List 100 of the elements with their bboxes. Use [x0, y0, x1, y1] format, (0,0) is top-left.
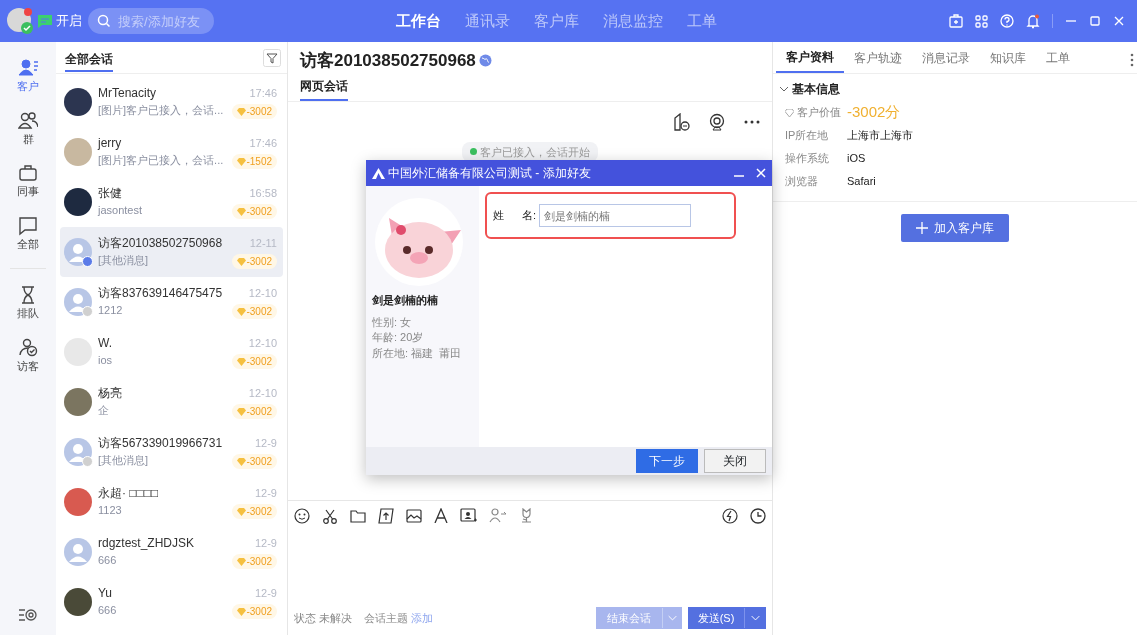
score-badge: -3002	[232, 454, 277, 470]
online-status[interactable]: 开启	[56, 11, 82, 31]
panel-tab[interactable]: 知识库	[980, 43, 1036, 73]
score-value: -3002分	[847, 102, 901, 123]
photo-placeholder	[64, 388, 92, 416]
panel-tab[interactable]: 客户资料	[776, 43, 844, 73]
score-badge: -3002	[232, 354, 277, 370]
webcam-icon[interactable]	[708, 112, 726, 131]
medical-kit-icon[interactable]	[949, 14, 963, 28]
conversation-item[interactable]: MrTenacity [图片]客户已接入，会话... 17:46 -3002	[60, 77, 283, 127]
score-badge: -3002	[232, 504, 277, 520]
message-preview: [其他消息]	[98, 253, 150, 269]
maximize-icon[interactable]	[1089, 15, 1101, 27]
photo-placeholder	[64, 138, 92, 166]
diamond-icon	[237, 407, 247, 416]
contact-name: W.	[98, 335, 113, 353]
message-time: 12-10	[248, 335, 277, 351]
message-time: 12-10	[248, 285, 277, 301]
folder-icon[interactable]	[350, 508, 366, 523]
photo-placeholder	[64, 588, 92, 616]
side-nav-item[interactable]: 全部	[0, 215, 56, 252]
nav-tab[interactable]: 工作台	[384, 9, 453, 33]
apps-grid-icon[interactable]	[975, 14, 988, 28]
contact-name: Yu	[98, 585, 113, 603]
scissors-icon[interactable]	[322, 507, 338, 524]
panel-tab[interactable]: 客户轨迹	[844, 43, 912, 73]
side-nav-item[interactable]: 同事	[0, 163, 56, 200]
notification-bell-icon[interactable]	[1026, 13, 1040, 29]
emoji-icon[interactable]	[294, 507, 310, 524]
message-time: 12-9	[254, 485, 277, 501]
panel-tab[interactable]: 工单	[1036, 43, 1080, 73]
conversation-item[interactable]: W. ios 12-10 -3002	[60, 327, 283, 377]
status-dot-icon	[470, 148, 477, 156]
more-vertical-icon[interactable]	[1130, 53, 1134, 67]
diamond-icon	[237, 457, 247, 466]
chat-tab[interactable]: 网页会话	[300, 76, 348, 101]
filter-icon[interactable]	[263, 48, 281, 67]
diamond-icon	[237, 357, 247, 366]
user-transfer-icon[interactable]	[489, 508, 507, 523]
side-nav-item[interactable]: 访客	[0, 337, 56, 374]
score-badge: -3002	[232, 554, 277, 570]
default-avatar-icon	[64, 238, 92, 266]
conversation-item[interactable]: 永超· □□□□ 1123 12-9 -3002	[60, 477, 283, 527]
photo-placeholder	[64, 88, 92, 116]
score-badge: -3002	[232, 204, 277, 220]
diamond-icon	[237, 557, 247, 566]
message-preview: 企	[98, 403, 110, 419]
diamond-icon	[237, 507, 247, 516]
message-time: 12-9	[254, 535, 277, 551]
speech-bubble-icon	[18, 215, 38, 236]
font-icon[interactable]	[434, 508, 448, 523]
history-icon[interactable]	[750, 507, 766, 524]
chevron-icon[interactable]	[779, 84, 789, 94]
quick-reply-icon[interactable]	[722, 507, 738, 524]
default-avatar-icon	[64, 538, 92, 566]
side-nav-item[interactable]: 排队	[0, 285, 56, 322]
contact-name: jerry	[98, 135, 123, 153]
diamond-icon	[237, 107, 247, 116]
message-preview: [图片]客户已接入，会话...	[98, 103, 225, 119]
message-time: 12-9	[254, 435, 277, 451]
status-value[interactable]: 未解决	[319, 609, 352, 626]
field-label: 操作系统	[785, 151, 829, 167]
default-avatar-icon	[64, 288, 92, 316]
flower-icon[interactable]	[519, 508, 534, 523]
contact-name: 杨亮	[98, 385, 123, 403]
help-icon[interactable]	[1000, 14, 1014, 28]
profile-detail: 性别: 女	[372, 314, 413, 330]
upload-file-icon[interactable]	[378, 507, 394, 524]
conversation-item[interactable]: 杨亮 企 12-10 -3002	[60, 377, 283, 427]
close-button[interactable]: 关闭	[704, 449, 766, 473]
logo-icon	[372, 167, 385, 179]
conversation-item[interactable]: 访客837639146475475 1212 12-10 -3002	[60, 277, 283, 327]
list-title[interactable]: 全部会话	[65, 43, 113, 72]
send-button[interactable]: 发送(S)	[688, 606, 766, 629]
image-icon[interactable]	[406, 508, 422, 523]
conversation-item[interactable]: rdgztest_ZHDJSK 666 12-9 -3002	[60, 527, 283, 577]
conversation-item[interactable]: Yu 666 12-9 -3002	[60, 577, 283, 627]
conversation-item[interactable]: 访客567339019966731 [其他消息] 12-9 -3002	[60, 427, 283, 477]
side-nav-item[interactable]: 客户	[0, 58, 56, 95]
phone-minus-icon[interactable]	[672, 112, 690, 131]
chat-title: 访客201038502750968	[300, 50, 476, 72]
message-preview: ios	[98, 353, 114, 369]
settings-icon[interactable]	[18, 607, 38, 623]
more-icon[interactable]	[744, 119, 760, 124]
add-to-customers-button[interactable]: 加入客户库	[901, 214, 1009, 242]
next-button[interactable]: 下一步	[636, 449, 698, 473]
message-preview: jasontest	[98, 203, 144, 219]
panel-tab[interactable]: 消息记录	[912, 43, 980, 73]
contact-card-icon[interactable]	[460, 508, 477, 523]
score-badge: -3002	[232, 254, 277, 270]
side-nav-item[interactable]: 群	[0, 110, 56, 147]
message-preview: [图片]客户已接入，会话...	[98, 153, 225, 169]
contact-name: rdgztest_ZHDJSK	[98, 535, 196, 553]
dialog-title: 中国外汇储备有限公司测试 - 添加好友	[388, 165, 591, 182]
conversation-item[interactable]: jerry [图片]客户已接入，会话... 17:46 -1502	[60, 127, 283, 177]
close-icon[interactable]	[756, 168, 766, 178]
section-title[interactable]: 基本信息	[792, 80, 840, 98]
conversation-item[interactable]: 张健 jasontest 16:58 -3002	[60, 177, 283, 227]
name-input-field[interactable]: 剑是剑楠的楠	[539, 204, 692, 227]
close-icon[interactable]	[1113, 15, 1125, 27]
